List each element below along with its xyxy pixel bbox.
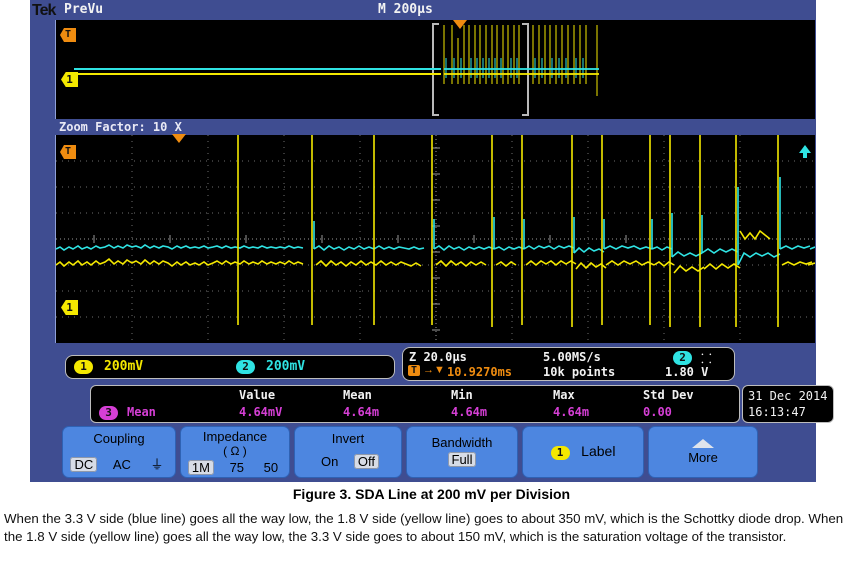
menu-button-label-text: Label <box>581 443 616 459</box>
measurement-readout-table: Value Mean Min Max Std Dev 3 Mean 4.64mV… <box>90 385 740 423</box>
figure-caption: Figure 3. SDA Line at 200 mV per Divisio… <box>292 486 571 502</box>
trigger-position-value: 10.9270ms <box>447 365 513 379</box>
measurement-max: 4.64m <box>553 405 590 419</box>
figure-body-text: When the 3.3 V side (blue line) goes all… <box>4 511 844 545</box>
coupling-option-ground-icon[interactable]: ⏚ <box>147 454 168 473</box>
date-value: 31 Dec 2014 <box>748 389 828 403</box>
measurement-col-min: Min <box>451 388 473 402</box>
trigger-position-marker-zoom[interactable] <box>172 134 186 143</box>
menu-button-label[interactable]: 1 Label <box>522 426 644 478</box>
bottom-menu-bar: Coupling DC AC ⏚ Impedance ( Ω ) 1M 75 5… <box>62 426 814 478</box>
channel1-chip[interactable]: 1 <box>74 360 93 374</box>
datetime-readout: 31 Dec 2014 16:13:47 <box>742 385 834 423</box>
menu-button-more[interactable]: More <box>648 426 758 478</box>
overview-waveform-svg <box>56 20 815 119</box>
measurement-label: Mean <box>127 405 156 419</box>
impedance-option-75[interactable]: 75 <box>226 460 248 475</box>
label-channel-chip: 1 <box>550 445 570 460</box>
tek-brand-logo: Tek <box>32 2 56 19</box>
measurement-stddev: 0.00 <box>643 405 672 419</box>
menu-button-more-text: More <box>688 450 718 465</box>
channel1-scale-value: 200mV <box>104 359 144 374</box>
zoom-factor-label: Zoom Factor: 10 X <box>55 119 814 135</box>
scope-top-status-bar: PreVu M 200µs <box>30 0 816 20</box>
channel2-chip[interactable]: 2 <box>236 360 255 374</box>
trigger-position-marker-overview[interactable] <box>453 20 467 29</box>
timebase-readout: Z 20.0µs 5.00MS/s 2 ⸬ T →▼ 10.9270ms 10k… <box>402 347 735 381</box>
invert-option-off[interactable]: Off <box>353 454 380 469</box>
channel-scale-readout: 1 200mV 2 200mV <box>65 355 395 379</box>
measurement-col-stddev: Std Dev <box>643 388 694 402</box>
trigger-position-arrow-icon: →▼ <box>423 364 445 376</box>
measurement-col-mean: Mean <box>343 388 372 402</box>
record-length-value: 10k points <box>543 365 616 379</box>
scope-status-previu: PreVu <box>64 2 104 17</box>
channel2-scale-value: 200mV <box>266 359 306 374</box>
invert-option-on[interactable]: On <box>317 454 342 469</box>
trigger-position-marker-chip: T <box>408 365 421 376</box>
measurement-chip[interactable]: 3 <box>99 406 118 420</box>
oscilloscope-screen: PreVu M 200µs T 1 Zoom Factor: 10 X T 1 … <box>30 0 834 482</box>
zoom-waveform-svg <box>55 135 816 343</box>
impedance-option-1m[interactable]: 1M <box>187 460 214 475</box>
zoom-waveform-area[interactable]: T <box>55 134 816 343</box>
coupling-option-dc[interactable]: DC <box>70 457 98 472</box>
table-row[interactable]: 3 Mean 4.64mV 4.64m 4.64m 4.64m 0.00 <box>91 405 739 422</box>
menu-button-bandwidth[interactable]: Bandwidth Full <box>406 426 518 478</box>
menu-button-coupling[interactable]: Coupling DC AC ⏚ <box>62 426 176 478</box>
measurement-col-max: Max <box>553 388 575 402</box>
menu-button-impedance[interactable]: Impedance ( Ω ) 1M 75 50 <box>180 426 290 478</box>
trigger-level-value: 1.80 V <box>665 365 709 379</box>
menu-button-coupling-title: Coupling <box>93 431 145 446</box>
measurement-col-value: Value <box>239 388 276 402</box>
menu-button-invert-title: Invert <box>331 431 365 446</box>
zoom-scale-value: Z 20.0µs <box>409 350 467 364</box>
sample-rate-value: 5.00MS/s <box>543 350 601 364</box>
menu-button-invert[interactable]: Invert On Off <box>294 426 402 478</box>
time-value: 16:13:47 <box>748 405 806 419</box>
chevron-up-icon <box>692 439 714 448</box>
coupling-option-ac[interactable]: AC <box>109 457 135 472</box>
measurement-value: 4.64mV <box>239 405 283 419</box>
trigger-source-chip[interactable]: 2 <box>673 351 692 365</box>
overview-waveform-area[interactable]: T <box>55 20 815 119</box>
bandwidth-option-full[interactable]: Full <box>447 452 477 467</box>
menu-button-impedance-subtitle: ( Ω ) <box>223 444 247 458</box>
impedance-option-50[interactable]: 50 <box>260 460 282 475</box>
measurement-header-row: Value Mean Min Max Std Dev <box>91 388 739 404</box>
main-timebase-readout: M 200µs <box>378 2 433 17</box>
menu-button-bandwidth-title: Bandwidth <box>431 435 493 450</box>
menu-button-impedance-title: Impedance <box>202 429 268 444</box>
measurement-mean: 4.64m <box>343 405 380 419</box>
measurement-min: 4.64m <box>451 405 488 419</box>
